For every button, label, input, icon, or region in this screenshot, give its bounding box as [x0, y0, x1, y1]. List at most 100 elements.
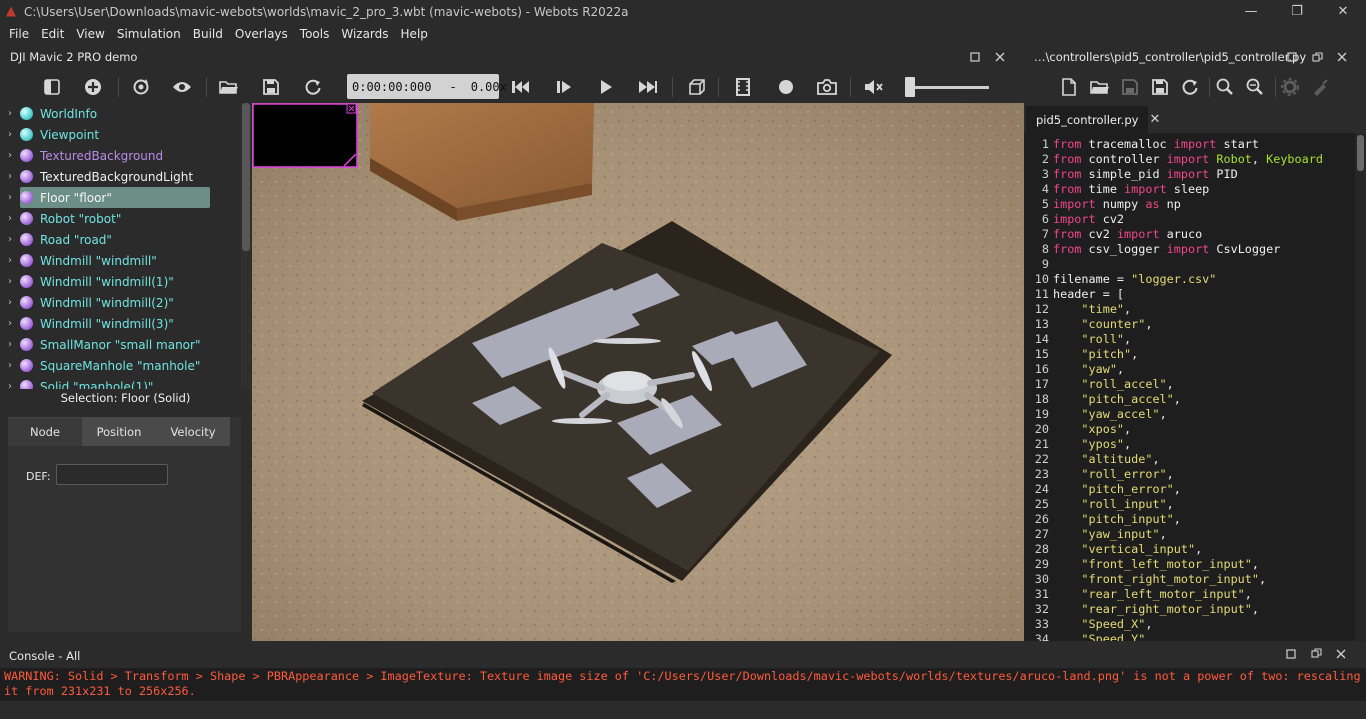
- volume-slider-handle[interactable]: [905, 77, 915, 97]
- menu-view[interactable]: View: [70, 23, 110, 45]
- camera-overlay[interactable]: [252, 103, 358, 168]
- expand-arrow-icon[interactable]: ›: [0, 276, 20, 287]
- expand-arrow-icon[interactable]: ›: [0, 234, 20, 245]
- open-world-icon[interactable]: [216, 74, 242, 100]
- undock-icon[interactable]: [967, 49, 983, 65]
- menu-tools[interactable]: Tools: [294, 23, 336, 45]
- scene-tree-node[interactable]: › Viewpoint: [0, 124, 240, 145]
- editor-scrollbar[interactable]: [1355, 133, 1366, 641]
- console-output[interactable]: WARNING: Solid > Transform > Shape > PBR…: [0, 668, 1366, 701]
- expand-arrow-icon[interactable]: ›: [0, 381, 20, 389]
- menu-edit[interactable]: Edit: [35, 23, 70, 45]
- expand-arrow-icon[interactable]: ›: [0, 360, 20, 371]
- replace-icon[interactable]: [1242, 74, 1268, 100]
- scene-tree-node[interactable]: › Solid "manhole(1)": [0, 376, 240, 389]
- scene-tree-scrollbar[interactable]: [241, 103, 251, 389]
- view-eye-icon[interactable]: [169, 74, 195, 100]
- expand-arrow-icon[interactable]: ›: [0, 171, 20, 182]
- close-tab-icon[interactable]: ✕: [1149, 112, 1160, 127]
- undock-icon[interactable]: [1284, 49, 1300, 65]
- scene-tree-node[interactable]: › SquareManhole "manhole": [0, 355, 240, 376]
- volume-slider[interactable]: [905, 77, 991, 97]
- code-editor[interactable]: 1 from tracemalloc import start 2 from cont…: [1024, 133, 1366, 641]
- expand-arrow-icon[interactable]: ›: [0, 255, 20, 266]
- add-node-icon[interactable]: [80, 74, 106, 100]
- float-icon[interactable]: [1311, 648, 1322, 662]
- expand-arrow-icon[interactable]: ›: [0, 213, 20, 224]
- tab-node[interactable]: Node: [8, 417, 82, 446]
- clean-broom-icon[interactable]: [1307, 74, 1333, 100]
- find-icon[interactable]: [1212, 74, 1238, 100]
- close-button[interactable]: ✕: [1320, 0, 1366, 23]
- menu-wizards[interactable]: Wizards: [335, 23, 394, 45]
- record-icon[interactable]: [773, 74, 799, 100]
- scrollbar-thumb[interactable]: [1357, 135, 1364, 171]
- toggle-scene-tree-icon[interactable]: [39, 74, 65, 100]
- tab-pid5-controller[interactable]: pid5_controller.py ✕: [1026, 106, 1160, 133]
- line-number: 27: [1034, 527, 1049, 541]
- save-all-icon[interactable]: [1147, 74, 1173, 100]
- scene-tree-node[interactable]: › Robot "robot": [0, 208, 240, 229]
- scene-tree-node[interactable]: › TexturedBackground: [0, 145, 240, 166]
- maximize-button[interactable]: ❐: [1274, 0, 1320, 23]
- float-icon[interactable]: [1309, 49, 1325, 65]
- close-panel-icon[interactable]: [1334, 49, 1350, 65]
- fast-forward-icon[interactable]: [635, 74, 661, 100]
- scene-tree-node[interactable]: › Road "road": [0, 229, 240, 250]
- revert-file-icon[interactable]: [1177, 74, 1203, 100]
- scene-tree-node[interactable]: › Windmill "windmill(3)": [0, 313, 240, 334]
- tab-position[interactable]: Position: [82, 417, 156, 446]
- line-number: 22: [1034, 452, 1049, 466]
- code-token: import: [1124, 182, 1167, 196]
- expand-arrow-icon[interactable]: ›: [0, 108, 20, 119]
- build-gear-icon[interactable]: [1277, 74, 1303, 100]
- world-panel-header: DJI Mavic 2 PRO demo: [0, 45, 1024, 69]
- def-field[interactable]: [56, 464, 168, 485]
- expand-arrow-icon[interactable]: ›: [0, 150, 20, 161]
- minimize-button[interactable]: —: [1228, 0, 1274, 23]
- expand-arrow-icon[interactable]: ›: [0, 297, 20, 308]
- new-file-icon[interactable]: [1056, 74, 1082, 100]
- menu-build[interactable]: Build: [187, 23, 229, 45]
- menu-simulation[interactable]: Simulation: [111, 23, 187, 45]
- close-panel-icon[interactable]: [1336, 648, 1346, 662]
- code-token: ,: [1124, 302, 1132, 316]
- expand-arrow-icon[interactable]: ›: [0, 318, 20, 329]
- record-movie-icon[interactable]: [730, 74, 756, 100]
- reset-simulation-icon[interactable]: [508, 74, 534, 100]
- scrollbar-thumb[interactable]: [242, 103, 250, 251]
- code-token: ,: [1251, 557, 1259, 571]
- scene-tree-node[interactable]: › Floor "floor": [0, 187, 240, 208]
- render-view-icon[interactable]: [684, 74, 710, 100]
- tab-velocity[interactable]: Velocity: [156, 417, 230, 446]
- reset-viewpoint-icon[interactable]: [128, 74, 154, 100]
- scene-tree-node[interactable]: › TexturedBackgroundLight: [0, 166, 240, 187]
- scene-tree-node[interactable]: › WorldInfo: [0, 103, 240, 124]
- 3d-scene[interactable]: [252, 103, 1024, 641]
- open-file-icon[interactable]: [1087, 74, 1113, 100]
- expand-arrow-icon[interactable]: ›: [0, 339, 20, 350]
- mute-icon[interactable]: [861, 74, 887, 100]
- line-number: 10: [1034, 272, 1049, 286]
- scene-tree-node[interactable]: › SmallManor "small manor": [0, 334, 240, 355]
- reload-world-icon[interactable]: [300, 74, 326, 100]
- scene-tree-node[interactable]: › Windmill "windmill(2)": [0, 292, 240, 313]
- expand-arrow-icon[interactable]: ›: [0, 129, 20, 140]
- scene-tree-node[interactable]: › Windmill "windmill(1)": [0, 271, 240, 292]
- undock-icon[interactable]: [1286, 648, 1296, 662]
- scene-tree-node[interactable]: › Windmill "windmill": [0, 250, 240, 271]
- save-file-icon[interactable]: [1117, 74, 1143, 100]
- 3d-view[interactable]: [252, 103, 1024, 641]
- menu-help[interactable]: Help: [395, 23, 434, 45]
- step-icon[interactable]: [551, 74, 577, 100]
- play-icon[interactable]: [593, 74, 619, 100]
- menu-overlays[interactable]: Overlays: [229, 23, 294, 45]
- menu-file[interactable]: File: [3, 23, 35, 45]
- screenshot-camera-icon[interactable]: [814, 74, 840, 100]
- expand-arrow-icon[interactable]: ›: [0, 192, 20, 203]
- save-world-icon[interactable]: [258, 74, 284, 100]
- close-panel-icon[interactable]: [992, 49, 1008, 65]
